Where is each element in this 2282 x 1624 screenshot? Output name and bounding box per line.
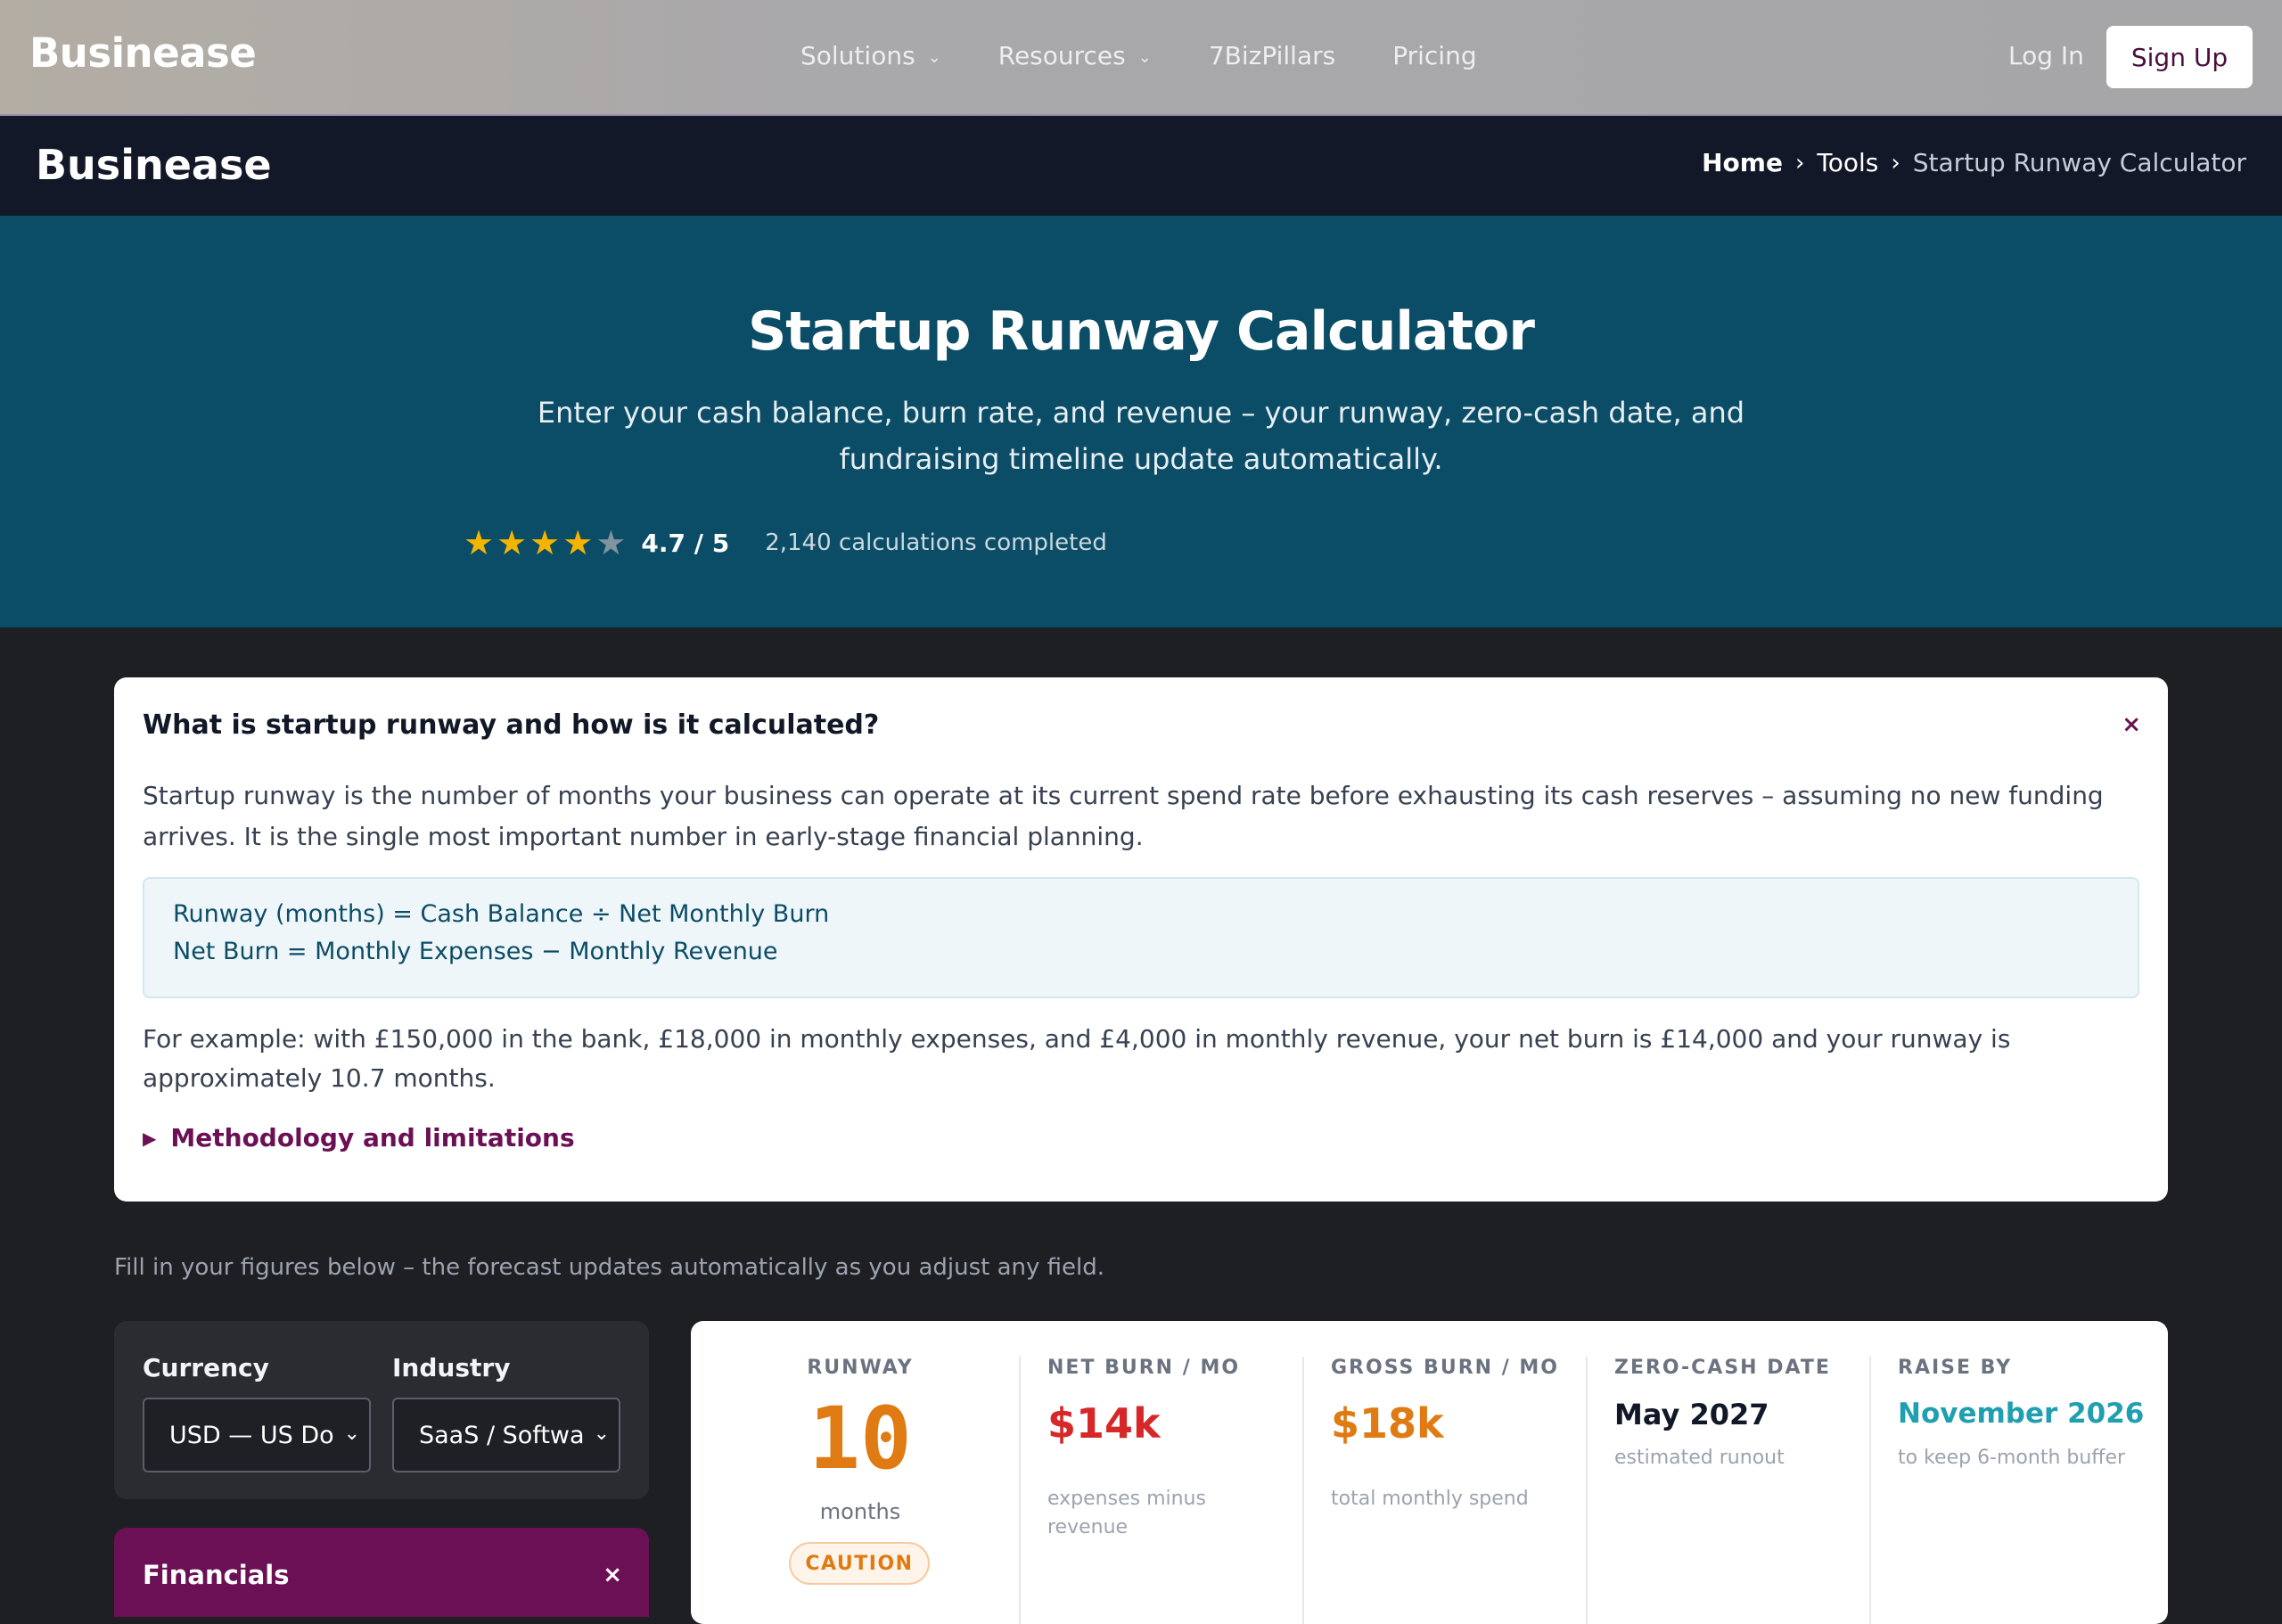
formula-net-burn: Net Burn = Monthly Expenses − Monthly Re… — [173, 938, 778, 965]
runway-unit: months — [819, 1499, 901, 1524]
formula-box: Runway (months) = Cash Balance ÷ Net Mon… — [143, 877, 2139, 998]
currency-label: Currency — [143, 1353, 269, 1382]
star-rating: ★ ★ ★ ★ ★ — [464, 526, 628, 560]
breadcrumb-current: Startup Runway Calculator — [1912, 148, 2246, 177]
gross-burn-note: total monthly spend — [1331, 1488, 1529, 1510]
breadcrumb-tools[interactable]: Tools — [1817, 148, 1878, 177]
star-icon: ★ — [464, 523, 495, 562]
net-burn-label: NET BURN / MO — [1047, 1357, 1241, 1379]
gross-burn-label: GROSS BURN / MO — [1331, 1357, 1559, 1379]
gross-burn-value: $18k — [1331, 1399, 1444, 1448]
caret-right-icon: ▶ — [143, 1127, 157, 1149]
divider — [1869, 1357, 1871, 1624]
star-icon: ★ — [595, 523, 627, 562]
divider — [1586, 1357, 1588, 1624]
example-paragraph: For example: with £150,000 in the bank, … — [143, 1024, 2011, 1093]
raise-by-metric: RAISE BY November 2026 to keep 6-month b… — [1869, 1357, 2168, 1624]
settings-panel: Currency Industry USD — US Do ⌄ SaaS / S… — [114, 1321, 649, 1499]
financials-section-header[interactable]: Financials × — [114, 1528, 649, 1617]
chevron-down-icon: ⌄ — [340, 1423, 360, 1445]
zero-cash-metric: ZERO-CASH DATE May 2027 estimated runout — [1586, 1357, 1869, 1624]
form-instructions: Fill in your figures below – the forecas… — [114, 1254, 1105, 1281]
industry-value: SaaS / Softwa — [419, 1421, 585, 1449]
chevron-right-icon: › — [1891, 149, 1900, 176]
page-header-bar: Businease Home › Tools › Startup Runway … — [0, 116, 2282, 216]
runway-label: RUNWAY — [807, 1357, 914, 1379]
page-subtitle: Enter your cash balance, burn rate, and … — [537, 396, 1745, 476]
raise-by-note: to keep 6-month buffer — [1898, 1447, 2126, 1469]
runway-explainer-card: What is startup runway and how is it cal… — [114, 677, 2168, 1202]
net-burn-value: $14k — [1047, 1399, 1161, 1448]
rating-score: 4.7 / 5 — [641, 528, 730, 558]
rating: ★ ★ ★ ★ ★ 4.7 / 5 2,140 calculations com… — [464, 526, 1107, 560]
chevron-down-icon: ⌄ — [1137, 48, 1152, 67]
runway-metric: RUNWAY 10 months CAUTION — [691, 1357, 1030, 1624]
methodology-toggle[interactable]: ▶ Methodology and limitations — [143, 1123, 575, 1152]
chevron-down-icon: ⌄ — [927, 48, 941, 67]
explainer-paragraph: Startup runway is the number of months y… — [143, 781, 2104, 851]
zero-cash-label: ZERO-CASH DATE — [1614, 1357, 1831, 1379]
nav-pricing[interactable]: Pricing — [1392, 41, 1476, 70]
currency-value: USD — US Do — [169, 1421, 334, 1449]
calculation-count: 2,140 calculations completed — [765, 529, 1107, 556]
zero-cash-value: May 2027 — [1614, 1398, 1769, 1431]
hero-section: Startup Runway Calculator Enter your cas… — [0, 216, 2282, 627]
results-card: RUNWAY 10 months CAUTION NET BURN / MO $… — [691, 1321, 2168, 1624]
breadcrumb: Home › Tools › Startup Runway Calculator — [1702, 148, 2246, 177]
star-icon: ★ — [562, 523, 594, 562]
divider — [1302, 1357, 1304, 1624]
nav-resources-label: Resources — [997, 41, 1126, 70]
currency-select[interactable]: USD — US Do ⌄ — [143, 1398, 371, 1472]
net-burn-note: expenses minus revenue — [1047, 1488, 1206, 1538]
breadcrumb-home[interactable]: Home — [1702, 148, 1783, 177]
top-navigation: Businease Solutions ⌄ Resources ⌄ 7BizPi… — [0, 0, 2282, 116]
close-icon[interactable]: × — [2122, 711, 2141, 738]
industry-label: Industry — [392, 1353, 511, 1382]
raise-by-value: November 2026 — [1898, 1398, 2145, 1430]
brand-logo[interactable]: Businease — [29, 29, 257, 77]
nav-resources[interactable]: Resources ⌄ — [998, 41, 1152, 70]
divider — [1019, 1357, 1021, 1624]
page-title: Startup Runway Calculator — [748, 300, 1535, 363]
financials-title: Financials — [143, 1560, 290, 1590]
star-icon: ★ — [529, 523, 561, 562]
zero-cash-note: estimated runout — [1614, 1447, 1785, 1469]
close-icon[interactable]: × — [603, 1562, 622, 1588]
status-badge: CAUTION — [789, 1542, 930, 1585]
nav-solutions-label: Solutions — [800, 41, 915, 70]
gross-burn-metric: GROSS BURN / MO $18k total monthly spend — [1302, 1357, 1586, 1624]
login-link[interactable]: Log In — [2008, 41, 2084, 70]
chevron-right-icon: › — [1794, 149, 1805, 176]
runway-value: 10 — [809, 1389, 912, 1489]
net-burn-metric: NET BURN / MO $14k expenses minus revenu… — [1019, 1357, 1302, 1624]
signup-button[interactable]: Sign Up — [2106, 26, 2253, 88]
nav-7bizpillars[interactable]: 7BizPillars — [1209, 41, 1335, 70]
formula-runway: Runway (months) = Cash Balance ÷ Net Mon… — [173, 900, 830, 928]
nav-solutions[interactable]: Solutions ⌄ — [800, 41, 941, 70]
nav-7bizpillars-label: 7BizPillars — [1208, 41, 1336, 70]
nav-pricing-label: Pricing — [1392, 41, 1477, 70]
industry-select[interactable]: SaaS / Softwa ⌄ — [392, 1398, 620, 1472]
brand-title[interactable]: Businease — [36, 141, 272, 189]
methodology-label: Methodology and limitations — [170, 1123, 575, 1152]
star-icon: ★ — [497, 523, 528, 562]
chevron-down-icon: ⌄ — [589, 1423, 610, 1445]
raise-by-label: RAISE BY — [1898, 1357, 2013, 1379]
explainer-question: What is startup runway and how is it cal… — [143, 709, 880, 741]
main-nav: Solutions ⌄ Resources ⌄ 7BizPillars Pric… — [800, 41, 1534, 70]
